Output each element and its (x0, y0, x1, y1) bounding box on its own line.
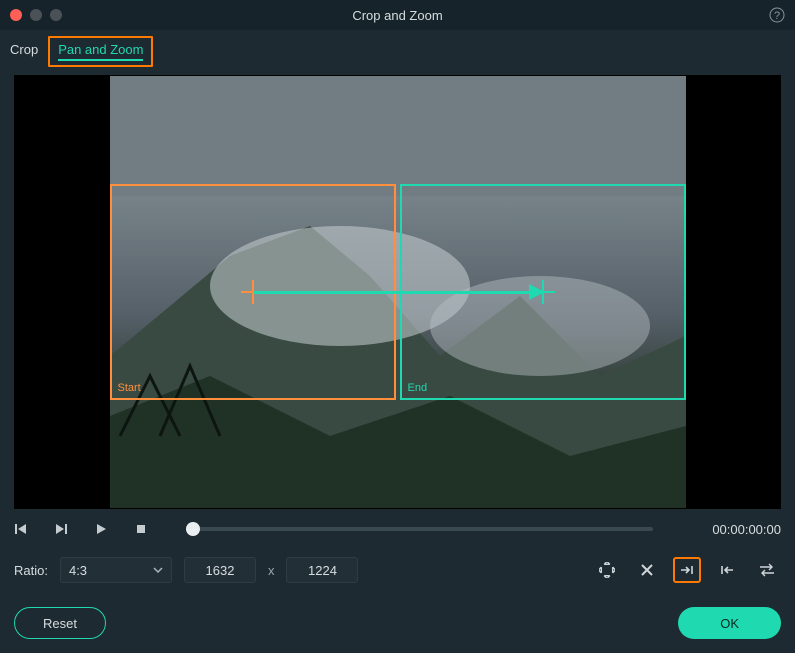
video-preview[interactable]: Start End (110, 76, 686, 508)
footer: Reset OK (14, 607, 781, 639)
ratio-select[interactable]: 4:3 (60, 557, 172, 583)
window-title: Crop and Zoom (0, 8, 795, 23)
timeline-slider[interactable] (186, 527, 653, 531)
direction-arrow-icon (253, 291, 543, 294)
maximize-window[interactable] (50, 9, 62, 21)
tab-pan-and-zoom[interactable]: Pan and Zoom (48, 36, 153, 67)
height-input[interactable]: 1224 (286, 557, 358, 583)
ratio-row: Ratio: 4:3 1632 x 1224 (14, 557, 781, 583)
svg-text:?: ? (774, 10, 780, 22)
step-back-button[interactable] (14, 522, 28, 536)
stop-button[interactable] (134, 522, 148, 536)
close-window[interactable] (10, 9, 22, 21)
chevron-down-icon (153, 565, 163, 575)
dimension-separator: x (268, 563, 275, 578)
fit-screen-button[interactable] (593, 557, 621, 583)
tab-crop[interactable]: Crop (0, 36, 48, 67)
go-to-end-button[interactable] (673, 557, 701, 583)
start-frame-label: Start (118, 382, 141, 394)
swap-button[interactable] (753, 557, 781, 583)
help-icon[interactable]: ? (769, 7, 785, 26)
ratio-label: Ratio: (14, 563, 48, 578)
step-forward-button[interactable] (54, 522, 68, 536)
transport-bar: 00:00:00:00 (14, 515, 781, 543)
width-input[interactable]: 1632 (184, 557, 256, 583)
go-to-start-button[interactable] (713, 557, 741, 583)
ok-button[interactable]: OK (678, 607, 781, 639)
titlebar: Crop and Zoom ? (0, 0, 795, 30)
window-controls (10, 9, 62, 21)
clear-end-button[interactable] (633, 557, 661, 583)
preview-stage: Start End (14, 75, 781, 509)
tabs: Crop Pan and Zoom (0, 30, 795, 67)
end-frame-label: End (408, 382, 428, 394)
minimize-window[interactable] (30, 9, 42, 21)
timecode: 00:00:00:00 (691, 522, 781, 537)
timeline-thumb[interactable] (186, 522, 200, 536)
ratio-selected: 4:3 (69, 563, 87, 578)
play-button[interactable] (94, 522, 108, 536)
reset-button[interactable]: Reset (14, 607, 106, 639)
